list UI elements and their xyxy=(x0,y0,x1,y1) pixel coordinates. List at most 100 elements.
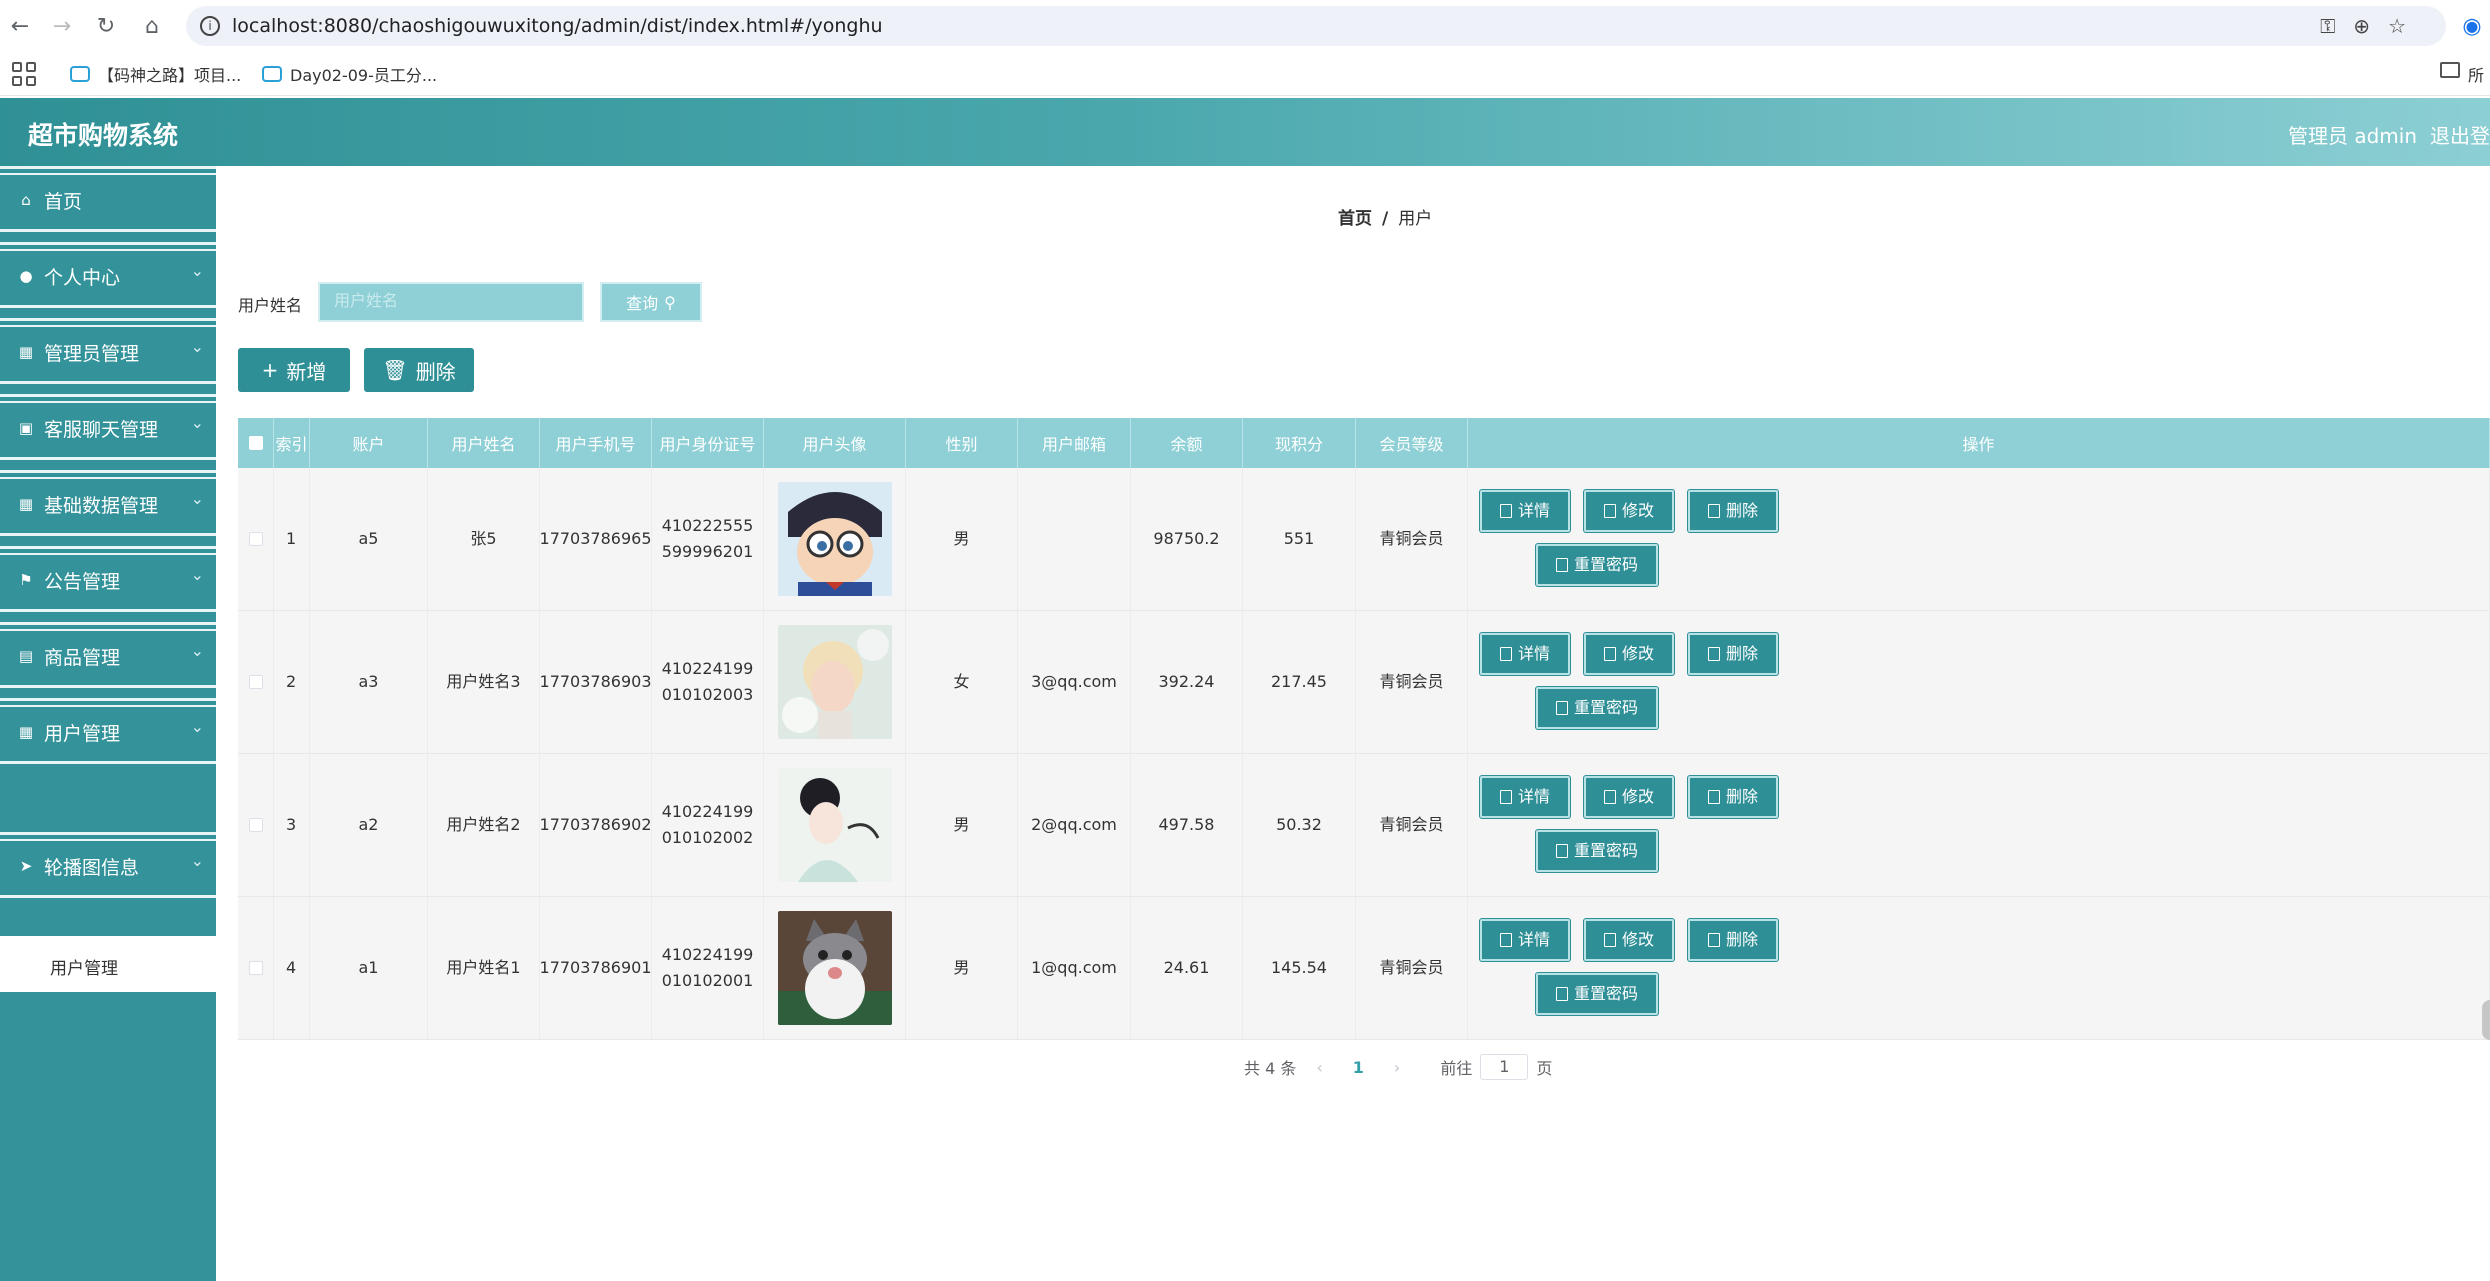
bookmark-item[interactable]: Day02-09-员工分... xyxy=(262,62,437,86)
bilibili-icon xyxy=(70,66,90,82)
detail-button[interactable]: 详情 xyxy=(1480,919,1570,961)
cell-text: 2 xyxy=(286,672,297,691)
column-header[interactable]: 现积分 xyxy=(1243,418,1356,468)
operations-cell: 详情 修改 删除 重置密码 xyxy=(1468,754,2490,896)
sidebar-item[interactable]: ▦ 管理员管理 ⌄ xyxy=(0,318,216,384)
row-checkbox[interactable] xyxy=(238,468,274,610)
column-header[interactable]: 用户头像 xyxy=(764,418,906,468)
scrollbar-thumb[interactable] xyxy=(2482,1000,2490,1040)
column-header[interactable]: 用户邮箱 xyxy=(1018,418,1131,468)
prev-page-icon[interactable]: ‹ xyxy=(1316,1058,1322,1077)
chat-icon: ▣ xyxy=(18,419,34,437)
bookmarks-bar: 【码神之路】项目... Day02-09-员工分... 所 xyxy=(0,52,2490,96)
home-browser-icon[interactable]: ⌂ xyxy=(138,12,166,40)
cell-text: 用户姓名1 xyxy=(446,958,521,977)
column-header[interactable]: 余额 xyxy=(1131,418,1243,468)
back-icon[interactable]: ← xyxy=(6,12,34,40)
goto-label: 前往 xyxy=(1440,1059,1473,1078)
address-bar[interactable]: i localhost:8080/chaoshigouwuxitong/admi… xyxy=(186,6,2446,46)
profile-icon[interactable]: ◉ xyxy=(2458,12,2486,40)
chevron-down-icon: ⌄ xyxy=(190,565,204,584)
edit-button[interactable]: 修改 xyxy=(1584,776,1674,818)
search-button[interactable]: 查询 ⚲ xyxy=(600,282,702,322)
cell-gender: 男 xyxy=(906,897,1018,1039)
cell-level: 青铜会员 xyxy=(1356,611,1468,753)
column-header[interactable]: 索引 xyxy=(274,418,310,468)
sidebar-item[interactable]: ➤ 轮播图信息 ⌄ xyxy=(0,832,216,898)
cell-balance: 98750.2 xyxy=(1131,468,1243,610)
select-all-checkbox[interactable] xyxy=(238,418,274,468)
zoom-icon[interactable]: ⊕ xyxy=(2353,14,2370,38)
site-info-icon[interactable]: i xyxy=(200,16,220,36)
user-name-search-input[interactable] xyxy=(318,282,584,322)
goto-page-input[interactable]: 1 xyxy=(1480,1054,1529,1080)
sidebar-item[interactable]: ▦ 用户管理 ⌄ xyxy=(0,698,216,764)
column-header[interactable]: 性别 xyxy=(906,418,1018,468)
cell-index: 1 xyxy=(274,468,310,610)
detail-button[interactable]: 详情 xyxy=(1480,490,1570,532)
reset-password-button[interactable]: 重置密码 xyxy=(1536,544,1658,586)
apps-grid-icon[interactable] xyxy=(12,62,36,86)
delete-button[interactable]: 删除 xyxy=(1688,633,1778,675)
logout-link[interactable]: 退出登录 xyxy=(2430,120,2490,149)
sidebar-item[interactable]: ▤ 商品管理 ⌄ xyxy=(0,622,216,688)
cell-text: 男 xyxy=(953,529,970,548)
doc-icon xyxy=(1555,558,1568,572)
column-header[interactable]: 操作 xyxy=(1468,418,2490,468)
sidebar-item[interactable]: ▦ 基础数据管理 ⌄ xyxy=(0,470,216,536)
column-header[interactable]: 用户身份证号 xyxy=(652,418,764,468)
row-checkbox[interactable] xyxy=(238,897,274,1039)
reset-password-button[interactable]: 重置密码 xyxy=(1536,830,1658,872)
detail-button[interactable]: 详情 xyxy=(1480,776,1570,818)
cell-gender: 女 xyxy=(906,611,1018,753)
bookmark-item[interactable]: 【码神之路】项目... xyxy=(70,62,241,86)
reload-icon[interactable]: ↻ xyxy=(92,12,120,40)
bookmark-star-icon[interactable]: ☆ xyxy=(2388,14,2406,38)
sidebar-item[interactable]: ● 个人中心 ⌄ xyxy=(0,242,216,308)
cell-email xyxy=(1018,468,1131,610)
cell-phone: 17703786902 xyxy=(540,754,652,896)
all-bookmarks-folder[interactable]: 所 xyxy=(2439,62,2484,86)
row-checkbox[interactable] xyxy=(238,754,274,896)
reset-password-button[interactable]: 重置密码 xyxy=(1536,973,1658,1015)
cell-text: 410224199010102001 xyxy=(661,945,754,990)
cell-balance: 392.24 xyxy=(1131,611,1243,753)
cell-id-card: 410224199010102003 xyxy=(652,611,764,753)
pencil-icon xyxy=(1603,790,1616,804)
pagination-current-page[interactable]: 1 xyxy=(1353,1058,1364,1077)
avatar-cell xyxy=(764,754,906,896)
sidebar-item[interactable]: ⌂ 首页 xyxy=(0,166,216,232)
sidebar-item[interactable]: ▣ 客服聊天管理 ⌄ xyxy=(0,394,216,460)
cell-text: 4 xyxy=(286,958,297,977)
app-title: 超市购物系统 xyxy=(28,121,179,150)
chevron-down-icon: ⌄ xyxy=(190,717,204,736)
column-header[interactable]: 用户手机号 xyxy=(540,418,652,468)
breadcrumb-home[interactable]: 首页 xyxy=(1338,209,1372,229)
row-checkbox[interactable] xyxy=(238,611,274,753)
grid-icon: ▦ xyxy=(18,495,34,513)
forward-icon[interactable]: → xyxy=(48,12,76,40)
reset-password-button[interactable]: 重置密码 xyxy=(1536,687,1658,729)
detail-button[interactable]: 详情 xyxy=(1480,633,1570,675)
url-text[interactable]: localhost:8080/chaoshigouwuxitong/admin/… xyxy=(232,15,883,37)
next-page-icon[interactable]: › xyxy=(1394,1058,1400,1077)
add-button[interactable]: + 新增 xyxy=(238,348,350,392)
cartoon-boy-avatar xyxy=(777,482,892,596)
chevron-down-icon: ⌄ xyxy=(190,413,204,432)
edit-button[interactable]: 修改 xyxy=(1584,919,1674,961)
cell-id-card: 410222555599996201 xyxy=(652,468,764,610)
column-header[interactable]: 账户 xyxy=(310,418,428,468)
column-header[interactable]: 用户姓名 xyxy=(428,418,540,468)
cell-text: a1 xyxy=(358,958,379,977)
delete-button[interactable]: 删除 xyxy=(1688,919,1778,961)
edit-button[interactable]: 修改 xyxy=(1584,633,1674,675)
edit-button[interactable]: 修改 xyxy=(1584,490,1674,532)
cell-text: 2@qq.com xyxy=(1031,815,1117,834)
sidebar-submenu-user-management[interactable]: 用户管理 xyxy=(0,936,216,992)
password-key-icon[interactable]: ⚿ xyxy=(2320,14,2335,38)
sidebar-item[interactable]: ⚑ 公告管理 ⌄ xyxy=(0,546,216,612)
column-header[interactable]: 会员等级 xyxy=(1356,418,1468,468)
delete-button[interactable]: 删除 xyxy=(1688,776,1778,818)
batch-delete-button[interactable]: 🗑 删除 xyxy=(364,348,474,392)
delete-button[interactable]: 删除 xyxy=(1688,490,1778,532)
